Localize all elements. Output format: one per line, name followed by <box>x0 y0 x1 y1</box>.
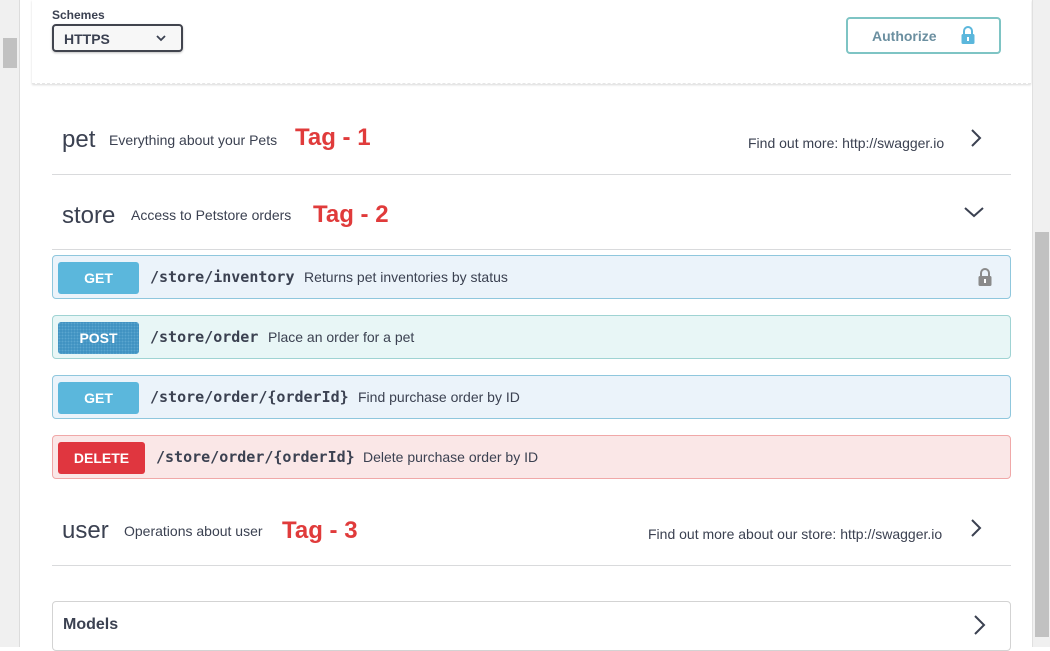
operation-path: /store/order/{orderId} <box>156 448 355 466</box>
operation-path: /store/order <box>150 328 259 346</box>
method-badge: DELETE <box>58 442 145 474</box>
tag-annotation: Tag - 2 <box>313 201 389 228</box>
tag-description: Access to Petstore orders <box>131 207 292 223</box>
tag-description: Operations about user <box>124 523 263 539</box>
operation-path: /store/order/{orderId} <box>150 388 349 406</box>
operation-summary: Delete purchase order by ID <box>363 449 539 465</box>
method-badge: GET <box>58 382 139 414</box>
right-scrollbar-thumb[interactable] <box>1035 232 1049 637</box>
tag-name: pet <box>62 126 96 153</box>
operation-get-store-inventory[interactable]: GET /store/inventory Returns pet invento… <box>52 255 1011 299</box>
lock-icon <box>961 26 975 44</box>
scheme-container: Schemes HTTPS Authorize <box>32 0 1031 84</box>
authorize-button[interactable]: Authorize <box>846 17 1001 54</box>
authorize-label: Authorize <box>872 28 937 44</box>
method-badge: POST <box>58 322 139 354</box>
tag-name: store <box>62 202 116 229</box>
operation-path: /store/inventory <box>150 268 295 286</box>
models-section[interactable]: Models <box>52 601 1011 651</box>
chevron-right-icon[interactable] <box>968 128 984 148</box>
tag-name: user <box>62 517 109 544</box>
lock-icon[interactable] <box>977 267 993 287</box>
tag-annotation: Tag - 1 <box>295 124 371 151</box>
left-scrollbar-thumb[interactable] <box>3 38 17 68</box>
chevron-down-icon <box>156 35 166 42</box>
left-scrollbar[interactable] <box>0 0 20 647</box>
tag-description: Everything about your Pets <box>109 132 278 148</box>
models-title: Models <box>63 616 119 633</box>
tag-store[interactable]: store Access to Petstore orders Tag - 2 <box>52 175 1011 250</box>
method-badge: GET <box>58 262 139 294</box>
scheme-select[interactable]: HTTPS <box>52 24 183 52</box>
operation-summary: Place an order for a pet <box>268 329 415 345</box>
tag-annotation: Tag - 3 <box>282 517 358 544</box>
tag-pet[interactable]: pet Everything about your Pets Tag - 1 F… <box>52 100 1011 175</box>
operation-post-store-order[interactable]: POST /store/order Place an order for a p… <box>52 315 1011 359</box>
scheme-selected-value: HTTPS <box>64 31 110 47</box>
chevron-right-icon[interactable] <box>971 614 987 636</box>
right-scrollbar[interactable] <box>1032 0 1050 647</box>
operation-delete-store-order[interactable]: DELETE /store/order/{orderId} Delete pur… <box>52 435 1011 479</box>
operation-get-store-order-by-id[interactable]: GET /store/order/{orderId} Find purchase… <box>52 375 1011 419</box>
tag-user[interactable]: user Operations about user Tag - 3 Find … <box>52 490 1011 566</box>
chevron-right-icon[interactable] <box>968 518 984 538</box>
chevron-down-icon[interactable] <box>963 205 985 219</box>
tag-find-more-link[interactable]: Find out more: http://swagger.io <box>748 135 944 151</box>
operation-summary: Returns pet inventories by status <box>304 269 508 285</box>
schemes-label: Schemes <box>52 8 105 22</box>
operation-summary: Find purchase order by ID <box>358 389 520 405</box>
tag-find-more-link[interactable]: Find out more about our store: http://sw… <box>648 526 942 542</box>
